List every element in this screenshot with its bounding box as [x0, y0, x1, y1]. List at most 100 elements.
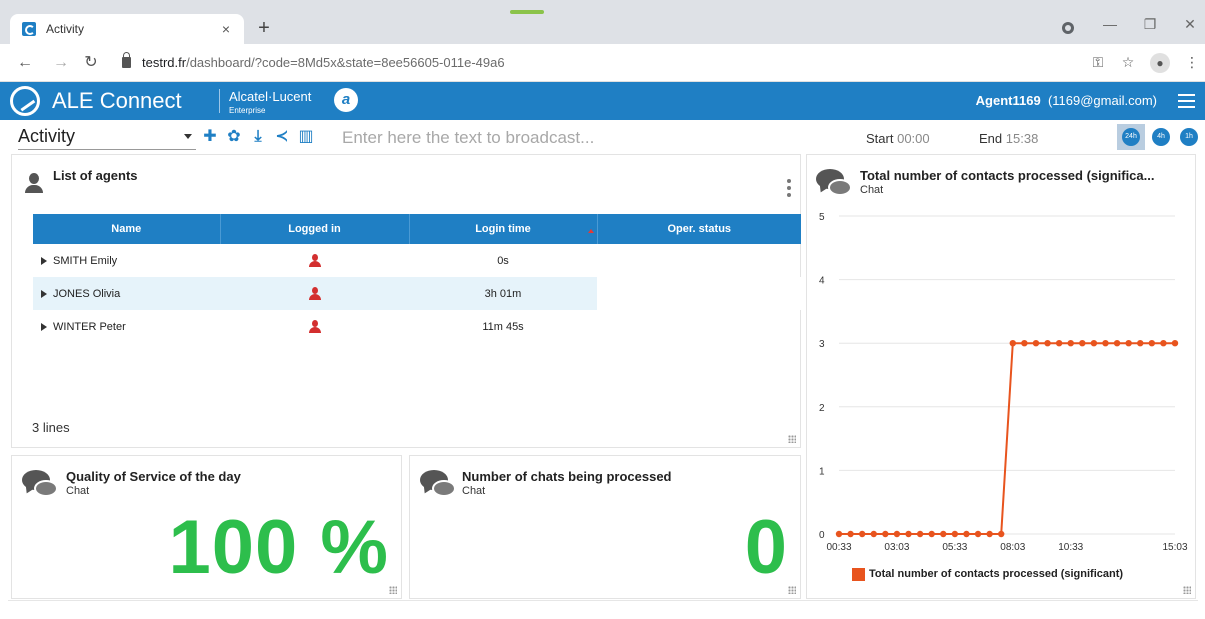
expand-arrow-icon[interactable]	[41, 289, 47, 298]
reload-icon[interactable]: ↻	[80, 52, 102, 74]
agent-name: Agent1169	[975, 93, 1041, 108]
qos-widget-title: Quality of Service of the day	[66, 469, 241, 484]
profile-record-icon[interactable]	[1062, 22, 1074, 34]
column-header-login-time[interactable]: Login time	[409, 214, 598, 244]
table-row[interactable]: WINTER Peter 11m 45s	[33, 310, 801, 343]
add-icon[interactable]: ✚	[201, 128, 219, 146]
data-point	[858, 530, 866, 538]
chats-widget-title: Number of chats being processed	[462, 469, 672, 484]
dashboard-select-value: Activity	[18, 126, 76, 146]
table-header-row: Name Logged in Login time Oper. status	[33, 214, 801, 244]
legend-swatch[interactable]	[852, 568, 865, 581]
resize-handle-icon[interactable]	[788, 586, 796, 594]
data-point	[870, 530, 877, 538]
oper-status-cell	[597, 310, 801, 343]
agent-name-text: JONES Olivia	[53, 287, 121, 300]
agent-name-text: WINTER Peter	[53, 320, 126, 333]
trash-icon[interactable]: ▥	[297, 128, 315, 146]
qos-widget: Quality of Service of the day Chat 100 %	[11, 455, 402, 599]
data-point	[1102, 340, 1109, 347]
x-tick-label: 15:03	[1162, 542, 1187, 553]
tab-strip-indicator	[510, 10, 544, 14]
forward-arrow-icon[interactable]: →	[50, 52, 72, 74]
menu-dots-icon[interactable]: ⋮	[1182, 54, 1202, 71]
logged-in-person-icon	[308, 254, 321, 267]
browser-tab[interactable]: Activity ×	[10, 14, 244, 44]
start-value: 00:00	[897, 131, 930, 146]
chats-widget: Number of chats being processed Chat 0	[409, 455, 801, 599]
table-row[interactable]: JONES Olivia 3h 01m	[33, 277, 801, 310]
agent-email: (1169@gmail.com)	[1047, 93, 1157, 108]
start-time: Start 00:00	[866, 131, 930, 146]
data-point	[847, 530, 854, 538]
chevron-down-icon	[184, 134, 192, 139]
sort-indicator-icon[interactable]	[588, 229, 594, 233]
ale-connect-logo-icon	[10, 86, 40, 116]
column-header-oper-status[interactable]: Oper. status	[597, 214, 801, 244]
y-tick-label: 0	[819, 530, 825, 541]
login-time-cell: 3h 01m	[409, 277, 597, 310]
y-tick-label: 2	[819, 403, 825, 414]
y-tick-label: 3	[819, 339, 825, 350]
broadcast-input[interactable]	[342, 126, 822, 150]
chat-bubbles-icon	[420, 470, 456, 500]
resize-handle-icon[interactable]	[788, 435, 796, 443]
period-24h-button[interactable]: 24h	[1122, 128, 1140, 146]
share-icon[interactable]: ≺	[273, 128, 291, 146]
gear-icon[interactable]: ✿	[225, 128, 243, 146]
star-icon[interactable]: ☆	[1118, 54, 1138, 71]
period-4h-button[interactable]: 4h	[1152, 128, 1170, 146]
x-tick-label: 10:33	[1058, 542, 1083, 553]
dashboard-select[interactable]: Activity	[18, 126, 196, 150]
data-point	[1079, 340, 1086, 347]
resize-handle-icon[interactable]	[1183, 586, 1191, 594]
legend-label[interactable]: Total number of contacts processed (sign…	[869, 568, 1123, 580]
minimize-icon[interactable]: —	[1095, 16, 1125, 32]
data-point	[963, 530, 970, 538]
table-row[interactable]: SMITH Emily 0s	[33, 244, 801, 277]
url-field[interactable]: testrd.fr/dashboard/?code=8Md5x&state=8e…	[112, 49, 1072, 77]
alcatel-lucent-logo-icon: a	[334, 88, 358, 112]
logged-in-cell	[220, 310, 409, 343]
series-line	[839, 342, 1175, 535]
data-point	[1137, 340, 1144, 347]
expand-arrow-icon[interactable]	[41, 322, 47, 331]
browser-tab-bar: Activity × + — ❐ ✕	[0, 0, 1205, 44]
key-icon[interactable]: ⚿	[1088, 54, 1108, 71]
screen: Activity × + — ❐ ✕ ← → ↻ testrd.fr/dashb…	[0, 0, 1205, 619]
data-point	[1090, 340, 1098, 347]
data-point	[974, 530, 982, 538]
data-point	[940, 530, 947, 538]
x-tick-label: 00:33	[826, 542, 851, 553]
widget-menu-icon[interactable]	[786, 179, 792, 199]
chats-value: 0	[744, 505, 788, 590]
x-tick-label: 08:03	[1000, 542, 1025, 553]
back-arrow-icon[interactable]: ←	[14, 52, 36, 74]
x-tick-label: 03:03	[884, 542, 909, 553]
period-1h-button[interactable]: 1h	[1180, 128, 1198, 146]
expand-arrow-icon[interactable]	[41, 256, 47, 265]
download-icon[interactable]: ⤓	[249, 128, 267, 146]
logged-in-cell	[220, 244, 409, 277]
lines-count: 3 lines	[32, 420, 70, 435]
column-header-name[interactable]: Name	[33, 214, 221, 244]
tab-close-icon[interactable]: ×	[216, 21, 236, 37]
login-time-cell: 11m 45s	[482, 320, 524, 333]
data-point	[893, 530, 901, 538]
new-tab-button[interactable]: +	[252, 17, 276, 41]
hamburger-menu-icon[interactable]	[1178, 94, 1195, 108]
end-value: 15:38	[1005, 131, 1039, 146]
resize-handle-icon[interactable]	[389, 586, 397, 594]
close-window-icon[interactable]: ✕	[1175, 16, 1205, 33]
account-icon[interactable]: ●	[1150, 53, 1170, 73]
data-point	[1148, 340, 1156, 347]
agent-name-cell: JONES Olivia	[33, 277, 220, 310]
data-point	[1067, 340, 1074, 347]
data-point	[905, 530, 912, 538]
chat-bubbles-icon	[22, 470, 58, 500]
column-header-logged-in[interactable]: Logged in	[220, 214, 410, 244]
data-point	[1160, 340, 1167, 347]
restore-icon[interactable]: ❐	[1135, 16, 1165, 33]
agent-info[interactable]: Agent1169 (1169@gmail.com)	[976, 93, 1157, 108]
data-point	[835, 530, 843, 538]
